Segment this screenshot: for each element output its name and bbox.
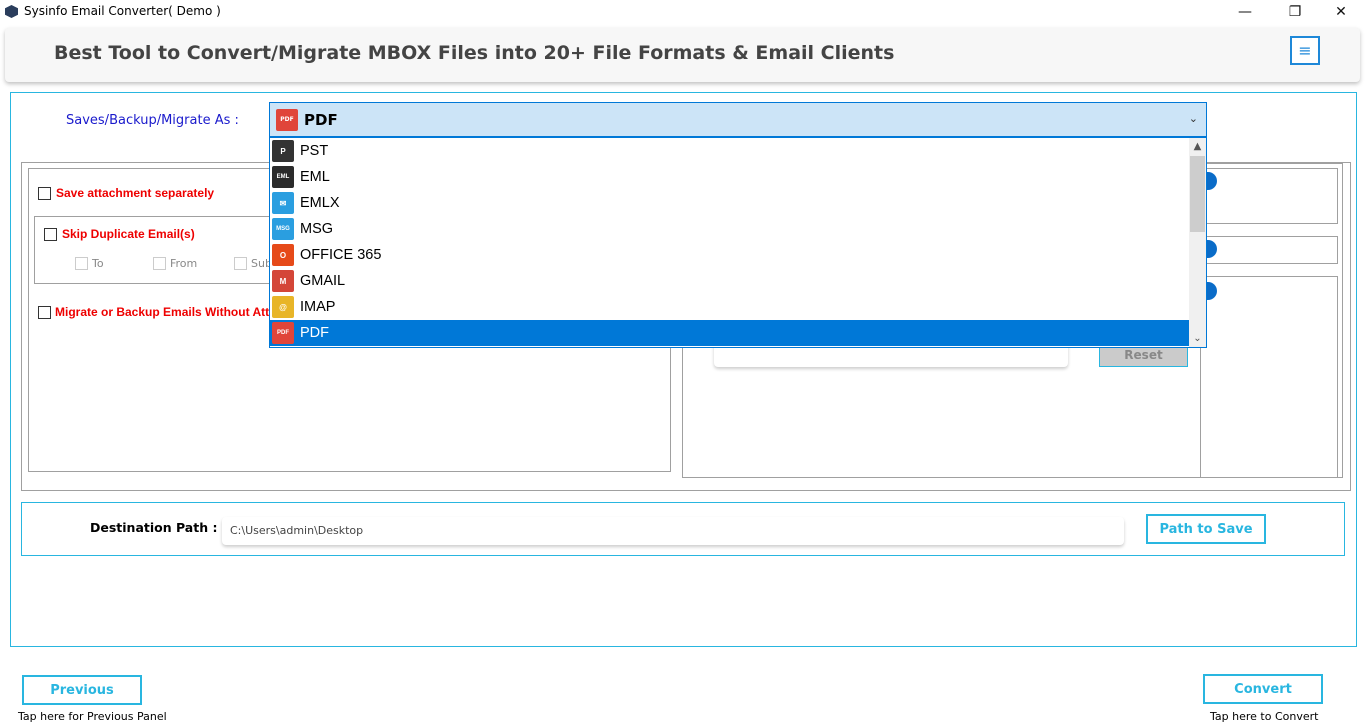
pdf-icon: PDF [272,322,294,344]
saveas-label: Saves/Backup/Migrate As : [66,113,239,128]
scrollbar-thumb[interactable] [1190,156,1205,232]
skip-duplicate-checkbox[interactable] [44,227,57,241]
previous-hint: Tap here for Previous Panel [18,710,167,723]
dup-to-label: To [92,257,104,270]
hamburger-icon: ≡ [1298,41,1312,60]
emlx-icon: ✉ [272,192,294,214]
save-attachment-label: Save attachment separately [56,186,215,200]
format-option-label: EMLX [300,195,340,211]
app-logo-icon [5,5,18,18]
pst-icon: P [272,140,294,162]
skip-duplicate-label: Skip Duplicate Email(s) [62,227,195,241]
format-option-office-365[interactable]: O OFFICE 365 [270,242,1190,268]
format-option-pdf[interactable]: PDF PDF [270,320,1190,346]
format-option-pst[interactable]: P PST [270,138,1190,164]
eml-icon: EML [272,166,294,188]
format-select[interactable]: PDF PDF ⌄ [269,102,1207,137]
format-option-label: PDF [300,325,329,341]
scroll-down-icon[interactable]: ⌄ [1189,330,1206,347]
destination-path-input[interactable]: C:\Users\admin\Desktop [222,517,1124,545]
migrate-without-attachment-checkbox[interactable] [38,305,51,319]
format-option-label: IMAP [300,299,336,315]
format-select-value: PDF [304,110,338,129]
format-option-label: PST [300,143,329,159]
imap-icon: @ [272,296,294,318]
gmail-icon: M [272,270,294,292]
office365-icon: O [272,244,294,266]
dup-from-checkbox[interactable] [153,257,166,270]
right-box-1 [1200,168,1338,224]
destination-label: Destination Path : [90,520,218,535]
dropdown-scrollbar[interactable]: ▲ ⌄ [1189,138,1206,347]
right-box-2 [1200,236,1338,264]
format-option-imap[interactable]: @ IMAP [270,294,1190,320]
pdf-icon: PDF [276,108,298,131]
chevron-down-icon: ⌄ [1188,112,1198,125]
format-option-gmail[interactable]: M GMAIL [270,268,1190,294]
format-option-eml[interactable]: EML EML [270,164,1190,190]
dup-to-checkbox[interactable] [75,257,88,270]
path-to-save-button[interactable]: Path to Save [1146,514,1266,544]
format-option-label: OFFICE 365 [300,247,382,263]
format-option-label: EML [300,169,330,185]
dup-subject-checkbox[interactable] [234,257,247,270]
format-option-emlx[interactable]: ✉ EMLX [270,190,1190,216]
minimize-button[interactable]: — [1222,0,1268,24]
menu-button[interactable]: ≡ [1290,36,1320,65]
msg-icon: MSG [272,218,294,240]
save-attachment-checkbox[interactable] [38,186,51,200]
page-title: Best Tool to Convert/Migrate MBOX Files … [54,42,895,64]
convert-hint: Tap here to Convert [1210,710,1319,723]
convert-button[interactable]: Convert [1203,674,1323,704]
right-box-3 [1200,276,1338,478]
format-option-msg[interactable]: MSG MSG [270,216,1190,242]
header-banner: Best Tool to Convert/Migrate MBOX Files … [5,28,1360,82]
restore-button[interactable]: ❐ [1272,0,1318,24]
window-title: Sysinfo Email Converter( Demo ) [24,4,221,18]
dup-from-label: From [170,257,198,270]
previous-button[interactable]: Previous [22,675,142,705]
scroll-up-icon[interactable]: ▲ [1189,138,1206,155]
migrate-without-attachment-label: Migrate or Backup Emails Without Atta [55,305,276,319]
close-button[interactable]: ✕ [1318,0,1364,24]
format-dropdown-list: P PST EML EML ✉ EMLX MSG MSG O OFFICE 365 M GMAIL @ I… [269,137,1207,348]
format-option-label: MSG [300,221,334,237]
format-option-label: GMAIL [300,273,346,289]
